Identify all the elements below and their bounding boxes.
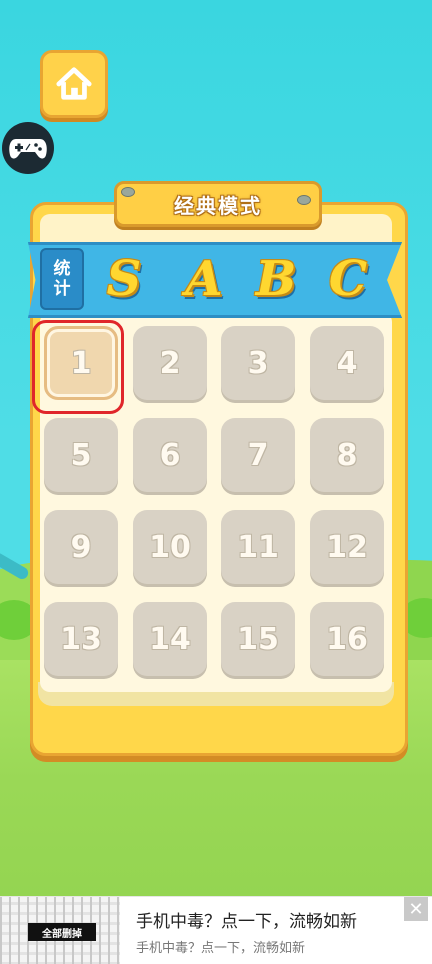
level-13[interactable]: 13 — [44, 602, 118, 676]
grade-b: B — [255, 251, 297, 307]
game-controller-button[interactable] — [2, 122, 54, 174]
level-3[interactable]: 3 — [221, 326, 295, 400]
level-6[interactable]: 6 — [133, 418, 207, 492]
level-5[interactable]: 5 — [44, 418, 118, 492]
stats-label-2: 计 — [53, 279, 71, 299]
grade-a: A — [185, 251, 223, 307]
game-screen: 经典模式 统 计 S A B C 1 2 3 4 5 6 7 8 9 10 11… — [0, 0, 432, 964]
grade-c: C — [328, 251, 368, 307]
gamepad-icon — [9, 139, 47, 159]
level-10[interactable]: 10 — [133, 510, 207, 584]
level-8[interactable]: 8 — [310, 418, 384, 492]
level-4[interactable]: 4 — [310, 326, 384, 400]
stats-label-1: 统 — [53, 259, 71, 279]
level-12[interactable]: 12 — [310, 510, 384, 584]
level-11[interactable]: 11 — [221, 510, 295, 584]
level-2[interactable]: 2 — [133, 326, 207, 400]
home-icon — [56, 67, 92, 100]
level-15[interactable]: 15 — [221, 602, 295, 676]
nail-left — [121, 187, 135, 197]
grade-s: S — [106, 251, 142, 307]
ad-banner[interactable]: 全部删掉 手机中毒？点一下，流畅如新 手机中毒？点一下，流畅如新 ✕ — [0, 896, 432, 964]
level-9[interactable]: 9 — [44, 510, 118, 584]
level-16[interactable]: 16 — [310, 602, 384, 676]
level-7[interactable]: 7 — [221, 418, 295, 492]
nail-right — [297, 195, 311, 205]
stats-button[interactable]: 统 计 — [40, 248, 84, 310]
level-14[interactable]: 14 — [133, 602, 207, 676]
home-button[interactable] — [40, 50, 108, 118]
ad-thumbnail: 全部删掉 — [0, 897, 120, 964]
ad-subtitle: 手机中毒？点一下，流畅如新 — [136, 941, 306, 956]
close-icon[interactable]: ✕ — [404, 897, 428, 921]
mode-title: 经典模式 — [114, 181, 322, 227]
ad-thumb-button: 全部删掉 — [28, 923, 96, 941]
ad-title[interactable]: 手机中毒？点一下，流畅如新 — [136, 907, 357, 932]
selection-highlight — [32, 320, 124, 414]
